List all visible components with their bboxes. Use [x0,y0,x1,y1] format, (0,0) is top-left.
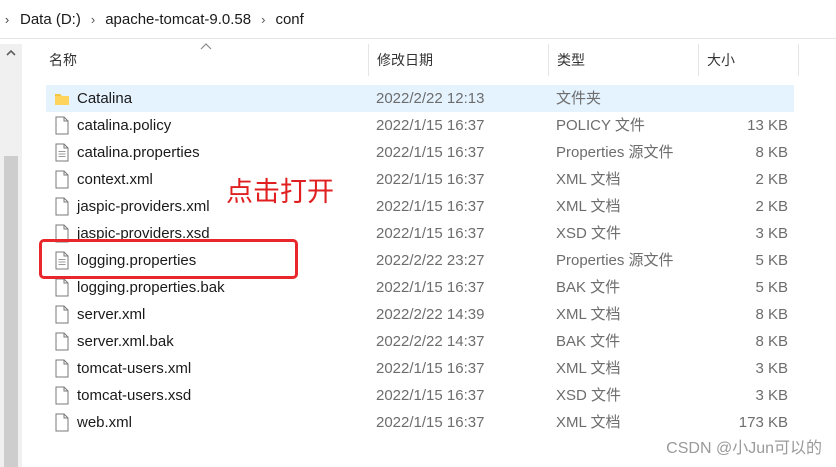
file-row[interactable]: catalina.policy 2022/1/15 16:37 POLICY 文件 1… [46,112,794,139]
file-name: Catalina [77,90,133,107]
file-row[interactable]: web.xml 2022/1/15 16:37 XML 文档 173 KB [46,409,794,436]
file-size: 3 KB [755,225,788,242]
file-size: 2 KB [755,198,788,215]
file-type: XSD 文件 [556,387,622,404]
file-name: tomcat-users.xml [77,360,192,377]
vertical-scrollbar[interactable] [0,44,22,467]
file-type: XML 文档 [556,171,621,188]
scrollbar-thumb[interactable] [4,156,18,467]
file-name: web.xml [77,414,133,431]
file-icon [55,170,69,189]
file-row[interactable]: tomcat-users.xsd 2022/1/15 16:37 XSD 文件 3 K… [46,382,794,409]
chevron-right-icon[interactable]: › [0,12,14,27]
file-date: 2022/1/15 16:37 [376,171,485,188]
file-date: 2022/1/15 16:37 [376,387,485,404]
file-size: 13 KB [747,117,788,134]
file-date: 2022/1/15 16:37 [376,360,485,377]
chevron-right-icon[interactable]: › [257,12,269,27]
breadcrumb-drive[interactable]: Data (D:) [14,11,87,28]
file-size: 3 KB [755,387,788,404]
annotation-highlight-box [39,239,298,279]
file-date: 2022/1/15 16:37 [376,414,485,431]
file-size: 3 KB [755,360,788,377]
file-row[interactable]: server.xml 2022/2/22 14:39 XML 文档 8 KB [46,301,794,328]
file-icon [55,305,69,324]
file-icon [55,116,69,135]
chevron-right-icon[interactable]: › [87,12,99,27]
file-icon [55,278,69,297]
file-type: XML 文档 [556,414,621,431]
file-name: server.xml.bak [77,333,174,350]
file-row[interactable]: context.xml 2022/1/15 16:37 XML 文档 2 KB [46,166,794,193]
breadcrumb-tomcat-folder[interactable]: apache-tomcat-9.0.58 [99,11,257,28]
file-date: 2022/1/15 16:37 [376,279,485,296]
file-icon [55,386,69,405]
file-date: 2022/2/22 14:39 [376,306,485,323]
file-row[interactable]: jaspic-providers.xml 2022/1/15 16:37 XML 文… [46,193,794,220]
column-name[interactable]: 名称 [40,40,370,80]
file-date: 2022/2/22 23:27 [376,252,485,269]
file-type: 文件夹 [556,90,602,107]
file-type: POLICY 文件 [556,117,645,134]
folder-icon [55,94,69,105]
file-type: XML 文档 [556,198,621,215]
file-name: tomcat-users.xsd [77,387,192,404]
file-row[interactable]: tomcat-users.xml 2022/1/15 16:37 XML 文档 3 K… [46,355,794,382]
file-date: 2022/2/22 14:37 [376,333,485,350]
file-date: 2022/1/15 16:37 [376,198,485,215]
file-date: 2022/1/15 16:37 [376,117,485,134]
file-name: jaspic-providers.xml [77,198,210,215]
file-date: 2022/1/15 16:37 [376,225,485,242]
file-date: 2022/2/22 12:13 [376,90,485,107]
watermark: CSDN @小Jun可以的 [666,440,822,457]
scroll-up-arrow-icon[interactable] [6,48,16,58]
file-row[interactable]: catalina.properties 2022/1/15 16:37 Proper… [46,139,794,166]
file-size: 5 KB [755,279,788,296]
column-divider[interactable] [798,44,799,76]
file-row[interactable]: server.xml.bak 2022/2/22 14:37 BAK 文件 8 KB [46,328,794,355]
file-type: BAK 文件 [556,333,621,350]
file-icon [55,197,69,216]
file-name: catalina.policy [77,117,172,134]
file-size: 2 KB [755,171,788,188]
file-type: XML 文档 [556,360,621,377]
file-name: catalina.properties [77,144,200,161]
text-file-icon [55,143,69,162]
file-type: Properties 源文件 [556,144,674,161]
file-row[interactable]: Catalina 2022/2/22 12:13 文件夹 [46,85,794,112]
file-type: Properties 源文件 [556,252,674,269]
file-date: 2022/1/15 16:37 [376,144,485,161]
file-icon [55,413,69,432]
file-size: 8 KB [755,333,788,350]
file-name: context.xml [77,171,153,188]
file-size: 8 KB [755,144,788,161]
column-header: 名称 修改日期 类型 大小 [40,40,800,80]
column-size[interactable]: 大小 [698,40,798,80]
breadcrumb-conf-folder[interactable]: conf [269,11,309,28]
file-size: 173 KB [738,414,788,431]
column-date[interactable]: 修改日期 [368,40,548,80]
annotation-label: 点击打开 [226,177,334,208]
file-type: XSD 文件 [556,225,622,242]
file-icon [55,332,69,351]
file-name: server.xml [77,306,146,323]
address-breadcrumb[interactable]: › Data (D:) › apache-tomcat-9.0.58 › con… [0,0,836,39]
file-size: 5 KB [755,252,788,269]
file-size: 8 KB [755,306,788,323]
file-icon [55,359,69,378]
file-type: XML 文档 [556,306,621,323]
file-type: BAK 文件 [556,279,621,296]
column-type[interactable]: 类型 [548,40,698,80]
